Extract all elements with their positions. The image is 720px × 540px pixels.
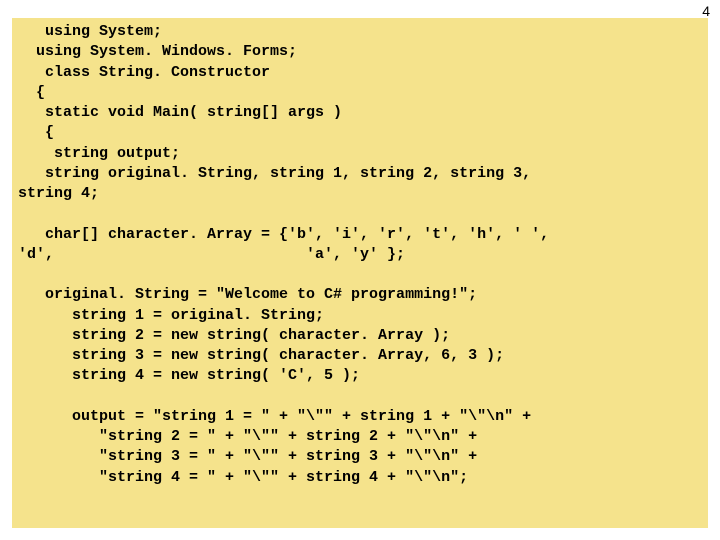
code-line: char[] character. Array = {'b', 'i', 'r'… — [18, 226, 549, 243]
code-line: using System. Windows. Forms; — [18, 43, 297, 60]
code-line: string 4 = new string( 'C', 5 ); — [18, 367, 360, 384]
code-line: "string 4 = " + "\"" + string 4 + "\"\n"… — [18, 469, 468, 486]
code-line: static void Main( string[] args ) — [18, 104, 342, 121]
code-line: { — [18, 84, 45, 101]
code-line: string 3 = new string( character. Array,… — [18, 347, 504, 364]
code-line: output = "string 1 = " + "\"" + string 1… — [18, 408, 531, 425]
code-line: { — [18, 124, 54, 141]
code-line: string 4; — [18, 185, 99, 202]
code-line: class String. Constructor — [18, 64, 270, 81]
code-line: string 2 = new string( character. Array … — [18, 327, 450, 344]
code-line: "string 2 = " + "\"" + string 2 + "\"\n"… — [18, 428, 477, 445]
code-line: string output; — [18, 145, 180, 162]
code-line: original. String = "Welcome to C# progra… — [18, 286, 477, 303]
code-line: 'd', 'a', 'y' }; — [18, 246, 405, 263]
code-line: string 1 = original. String; — [18, 307, 324, 324]
code-line: using System; — [18, 23, 162, 40]
code-line: string original. String, string 1, strin… — [18, 165, 531, 182]
code-block: using System; using System. Windows. For… — [12, 18, 708, 528]
code-line: "string 3 = " + "\"" + string 3 + "\"\n"… — [18, 448, 477, 465]
